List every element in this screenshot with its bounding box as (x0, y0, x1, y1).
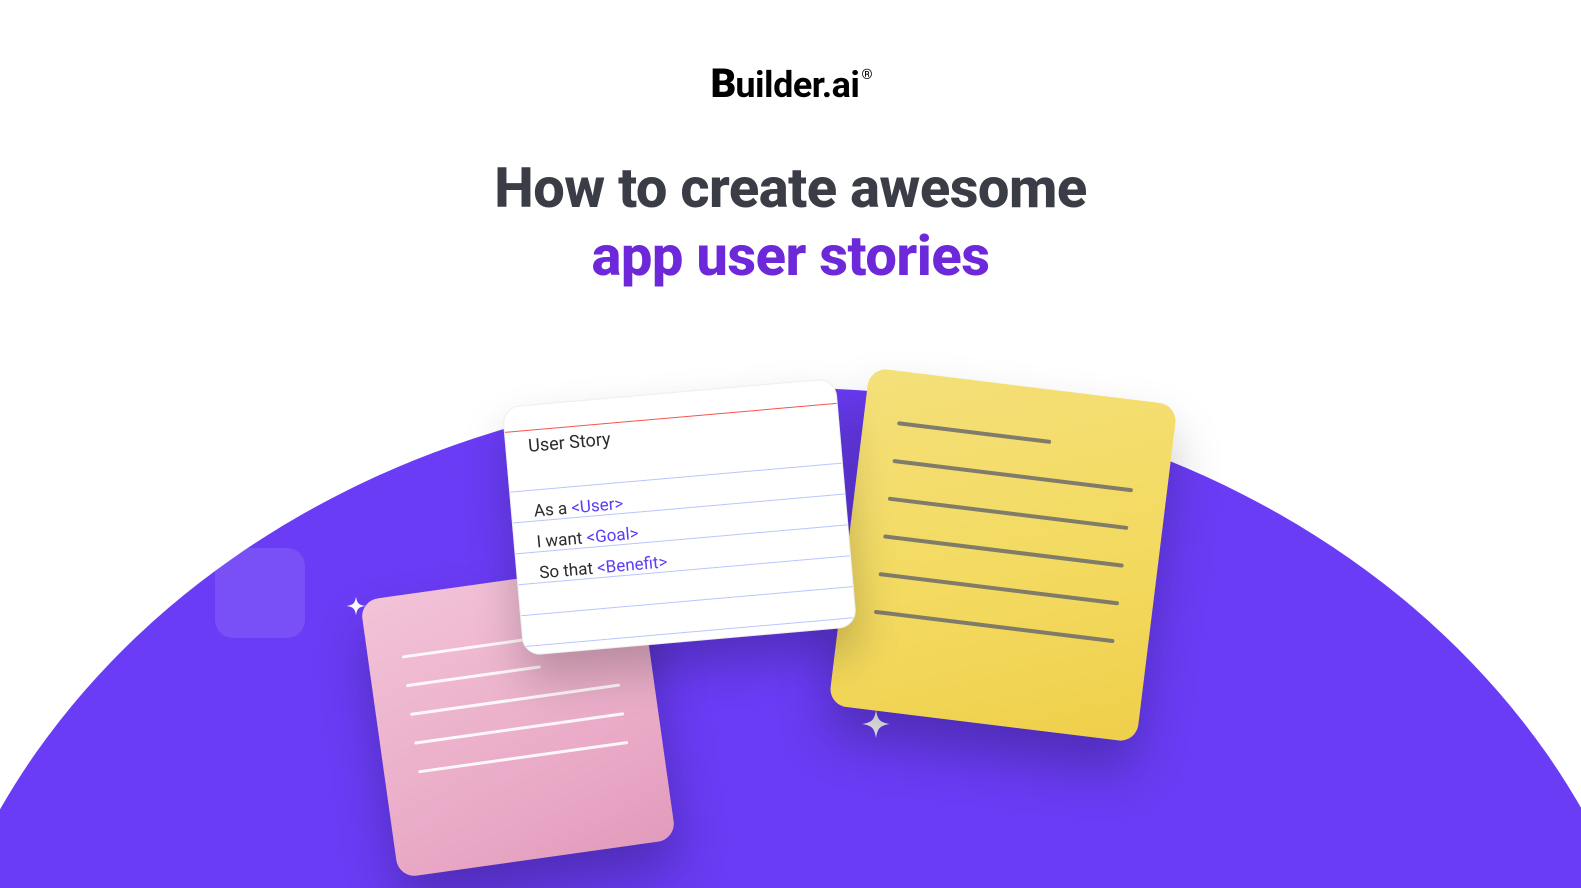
index-card-heading: User Story (527, 429, 611, 457)
note-line (414, 712, 624, 744)
decorative-glass-square (215, 548, 305, 638)
note-line (879, 572, 1120, 605)
note-line (410, 683, 620, 715)
note-card-yellow (828, 367, 1177, 742)
note-line (888, 497, 1129, 530)
title-line-1: How to create awesome (0, 155, 1581, 221)
page-title: How to create awesome app user stories (0, 155, 1581, 289)
note-line (418, 741, 628, 773)
brand-logo-b: B (711, 60, 736, 107)
note-line (883, 534, 1124, 567)
brand-logo: B uilder.ai ® (711, 60, 871, 107)
row-label: As a (533, 498, 572, 521)
note-line (874, 610, 1115, 643)
brand-logo-rest: uilder.ai (735, 64, 859, 106)
note-line (897, 421, 1051, 444)
brand-logo-registered: ® (861, 67, 872, 83)
index-card-red-rule (505, 403, 837, 433)
index-card-user-story: User Story As a <User> I want <Goal> So … (502, 378, 858, 656)
note-line (402, 637, 537, 659)
title-line-2: app user stories (0, 223, 1581, 289)
hero-graphic: B uilder.ai ® How to create awesome app … (0, 0, 1581, 888)
note-line (892, 459, 1133, 492)
note-line (406, 665, 541, 687)
